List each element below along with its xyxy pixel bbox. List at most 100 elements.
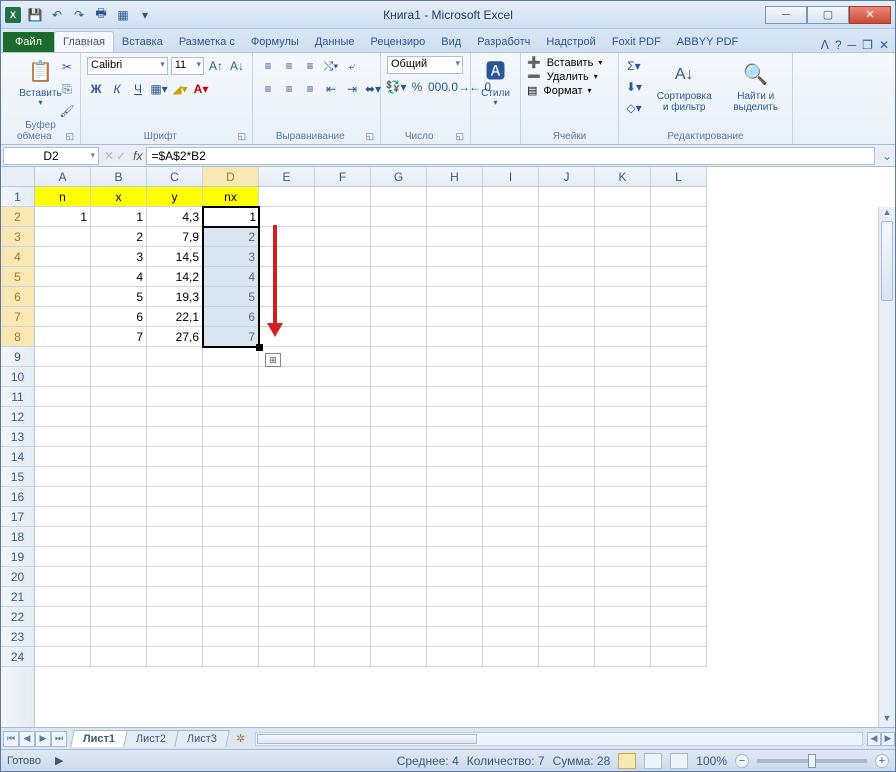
cell-H1[interactable] [427,187,483,207]
tab-review[interactable]: Рецензиро [363,32,434,52]
cell-G1[interactable] [371,187,427,207]
cell-L7[interactable] [651,307,707,327]
cell-G17[interactable] [371,507,427,527]
cell-A16[interactable] [35,487,91,507]
cell-B3[interactable]: 2 [91,227,147,247]
cell-C10[interactable] [147,367,203,387]
cell-C6[interactable]: 19,3 [147,287,203,307]
row-header-7[interactable]: 7 [1,307,34,327]
close-button[interactable]: ✕ [849,6,891,24]
cell-B17[interactable] [91,507,147,527]
row-header-21[interactable]: 21 [1,587,34,607]
tab-first-icon[interactable]: ⏮ [3,731,19,747]
cell-C4[interactable]: 14,5 [147,247,203,267]
cell-A23[interactable] [35,627,91,647]
cell-D21[interactable] [203,587,259,607]
cell-L2[interactable] [651,207,707,227]
col-header-L[interactable]: L [651,167,707,186]
col-header-H[interactable]: H [427,167,483,186]
cell-B12[interactable] [91,407,147,427]
tab-prev-icon[interactable]: ◀ [19,731,35,747]
cell-K23[interactable] [595,627,651,647]
cell-A22[interactable] [35,607,91,627]
cell-L1[interactable] [651,187,707,207]
col-header-A[interactable]: A [35,167,91,186]
increase-font-icon[interactable]: A↑ [207,56,225,76]
tab-addins[interactable]: Надстрой [538,32,603,52]
cell-H17[interactable] [427,507,483,527]
cell-J3[interactable] [539,227,595,247]
cell-D18[interactable] [203,527,259,547]
cell-L16[interactable] [651,487,707,507]
cell-J23[interactable] [539,627,595,647]
cell-I13[interactable] [483,427,539,447]
cell-E14[interactable] [259,447,315,467]
cell-E17[interactable] [259,507,315,527]
workbook-minimize-icon[interactable]: ─ [848,38,857,52]
cell-K2[interactable] [595,207,651,227]
cell-F16[interactable] [315,487,371,507]
underline-button[interactable]: Ч [129,79,147,99]
cell-H2[interactable] [427,207,483,227]
decrease-font-icon[interactable]: A↓ [228,56,246,76]
row-header-24[interactable]: 24 [1,647,34,667]
cell-B5[interactable]: 4 [91,267,147,287]
cell-I12[interactable] [483,407,539,427]
cell-G10[interactable] [371,367,427,387]
find-select-button[interactable]: 🔍Найти и выделить [725,56,786,118]
cell-B10[interactable] [91,367,147,387]
tab-formulas[interactable]: Формулы [243,32,307,52]
cell-L12[interactable] [651,407,707,427]
minimize-button[interactable]: ─ [765,6,807,24]
currency-icon[interactable]: 💱▾ [387,77,405,97]
row-header-18[interactable]: 18 [1,527,34,547]
cell-I24[interactable] [483,647,539,667]
row-header-4[interactable]: 4 [1,247,34,267]
zoom-out-button[interactable]: − [735,754,749,768]
cell-I21[interactable] [483,587,539,607]
cell-C9[interactable] [147,347,203,367]
cell-L14[interactable] [651,447,707,467]
cell-J1[interactable] [539,187,595,207]
zoom-in-button[interactable]: + [875,754,889,768]
cell-I8[interactable] [483,327,539,347]
help-icon[interactable]: ? [835,38,842,52]
cell-C21[interactable] [147,587,203,607]
cell-G20[interactable] [371,567,427,587]
cell-H4[interactable] [427,247,483,267]
cell-B11[interactable] [91,387,147,407]
cell-C13[interactable] [147,427,203,447]
cell-E5[interactable] [259,267,315,287]
select-all-corner[interactable] [1,167,35,187]
cell-E22[interactable] [259,607,315,627]
align-middle-icon[interactable]: ≡ [280,56,298,76]
row-header-8[interactable]: 8 [1,327,34,347]
italic-button[interactable]: К [108,79,126,99]
cell-F21[interactable] [315,587,371,607]
cell-H12[interactable] [427,407,483,427]
row-header-2[interactable]: 2 [1,207,34,227]
cell-C12[interactable] [147,407,203,427]
col-header-I[interactable]: I [483,167,539,186]
cell-G13[interactable] [371,427,427,447]
fx-icon[interactable]: fx [129,149,146,163]
cell-A20[interactable] [35,567,91,587]
hscroll-left-icon[interactable]: ◀ [867,732,881,746]
cell-G16[interactable] [371,487,427,507]
cell-F4[interactable] [315,247,371,267]
maximize-button[interactable]: ▢ [807,6,849,24]
cell-D3[interactable]: 2 [203,227,259,247]
cell-G12[interactable] [371,407,427,427]
cell-J18[interactable] [539,527,595,547]
cell-A6[interactable] [35,287,91,307]
zoom-slider-knob[interactable] [808,754,816,768]
tab-developer[interactable]: Разработч [469,32,538,52]
row-header-23[interactable]: 23 [1,627,34,647]
cell-J4[interactable] [539,247,595,267]
cell-K10[interactable] [595,367,651,387]
cell-F15[interactable] [315,467,371,487]
row-header-20[interactable]: 20 [1,567,34,587]
scroll-up-icon[interactable]: ▲ [879,207,895,221]
cell-G4[interactable] [371,247,427,267]
cell-E24[interactable] [259,647,315,667]
